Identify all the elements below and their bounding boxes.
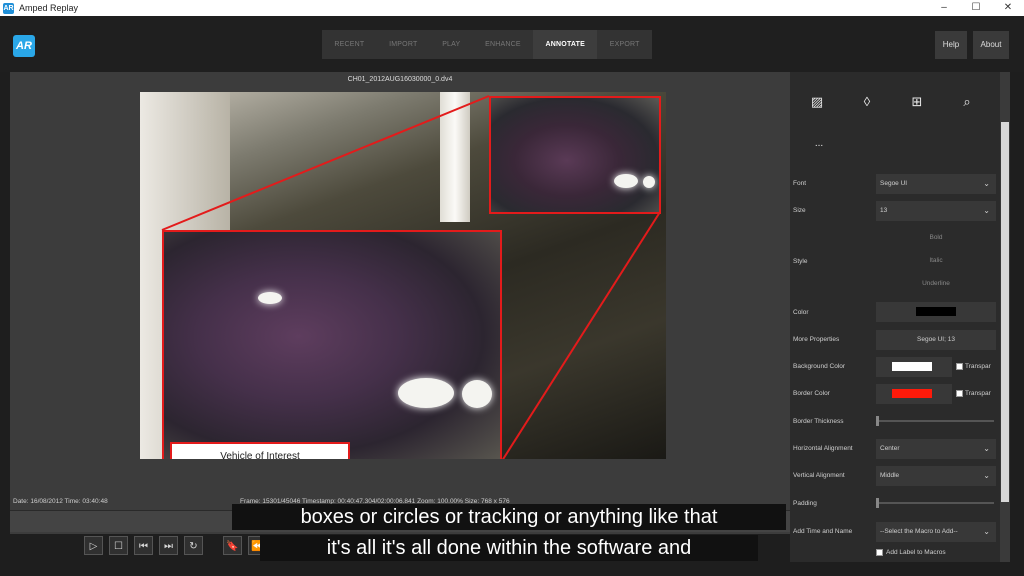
viewer-area: CH01_2012AUG16030000_0.dv4 Vehicle of In… [10, 72, 790, 534]
chevron-down-icon: ⌄ [983, 471, 990, 480]
add-label-macros-checkbox[interactable] [876, 549, 883, 556]
color-swatch [892, 362, 932, 371]
headlight-shape [643, 176, 655, 188]
slider-handle[interactable] [876, 498, 879, 508]
text-color-picker[interactable] [876, 302, 996, 322]
chevron-down-icon: ⌄ [983, 206, 990, 215]
font-label: Font [793, 180, 807, 187]
padding-slider[interactable] [876, 496, 996, 510]
border-transparent-checkbox[interactable] [956, 390, 963, 397]
macro-select[interactable]: --Select the Macro to Add-- ⌄ [876, 522, 996, 542]
color-swatch [892, 389, 932, 398]
size-select[interactable]: 13 ⌄ [876, 201, 996, 221]
chevron-down-icon: ⌄ [983, 179, 990, 188]
style-label: Style [793, 258, 808, 265]
tab-enhance[interactable]: ENHANCE [473, 30, 533, 59]
top-toolbar: AR RECENT IMPORT PLAY ENHANCE ANNOTATE E… [0, 16, 1024, 72]
tab-export[interactable]: EXPORT [597, 30, 652, 59]
drop-icon[interactable]: ◊ [858, 94, 876, 110]
image-icon[interactable]: ▨ [808, 94, 826, 110]
headlight-shape [614, 174, 638, 188]
subtitle-line-2: it's all it's all done within the softwa… [260, 535, 758, 561]
add-image-icon[interactable]: ⊞ [908, 94, 926, 110]
loop-icon[interactable]: ↻ [184, 536, 203, 555]
subtitle-line-1: boxes or circles or tracking or anything… [232, 504, 786, 530]
close-button[interactable]: ✕ [992, 0, 1024, 16]
window-titlebar: AR Amped Replay – ☐ ✕ [0, 0, 1024, 16]
border-color-picker[interactable] [876, 384, 952, 404]
horizontal-alignment-label: Horizontal Alignment [793, 445, 853, 452]
more-properties-label: More Properties [793, 336, 840, 343]
bookmark-icon[interactable]: 🔖 [223, 536, 242, 555]
bold-button[interactable]: Bold [876, 228, 996, 248]
about-button[interactable]: About [973, 31, 1009, 59]
border-color-label: Border Color [793, 390, 830, 397]
vertical-alignment-select[interactable]: Middle ⌄ [876, 466, 996, 486]
zoom-source-box[interactable] [489, 96, 661, 214]
underline-button[interactable]: Underline [876, 274, 996, 294]
headlight-shape [462, 380, 492, 408]
background-color-picker[interactable] [876, 357, 952, 377]
scrollbar-thumb[interactable] [1001, 122, 1009, 502]
color-swatch [916, 307, 956, 316]
tab-recent[interactable]: RECENT [322, 30, 377, 59]
background-transparent-label: Transpar [965, 363, 991, 370]
workflow-tabs: RECENT IMPORT PLAY ENHANCE ANNOTATE EXPO… [322, 30, 652, 59]
background-transparent-checkbox[interactable] [956, 363, 963, 370]
vertical-alignment-label: Vertical Alignment [793, 472, 845, 479]
font-select[interactable]: Segoe UI ⌄ [876, 174, 996, 194]
more-tools-button[interactable]: ... [810, 136, 828, 152]
chevron-down-icon: ⌄ [983, 444, 990, 453]
tab-import[interactable]: IMPORT [377, 30, 430, 59]
border-thickness-label: Border Thickness [793, 418, 844, 425]
zoom-magnified-box[interactable] [162, 230, 502, 459]
add-time-name-label: Add Time and Name [793, 528, 853, 535]
border-transparent-label: Transpar [965, 390, 991, 397]
slider-handle[interactable] [876, 416, 879, 426]
border-thickness-slider[interactable] [876, 414, 996, 428]
date-time-readout: Date: 16/08/2012 Time: 03:40:48 [13, 498, 108, 505]
tab-play[interactable]: PLAY [430, 30, 473, 59]
more-properties-button[interactable]: Segoe UI; 13 [876, 330, 996, 350]
padding-label: Padding [793, 500, 817, 507]
tab-annotate[interactable]: ANNOTATE [533, 30, 598, 59]
video-frame[interactable]: Vehicle of Interest [140, 92, 666, 459]
first-frame-icon[interactable]: ⏮ [134, 536, 153, 555]
app-logo: AR [13, 35, 35, 57]
annotation-label[interactable]: Vehicle of Interest [170, 442, 350, 459]
maximize-button[interactable]: ☐ [960, 0, 992, 16]
color-label: Color [793, 309, 809, 316]
panel-scrollbar[interactable] [1000, 72, 1010, 562]
headlight-shape [398, 378, 454, 408]
magnifier-icon[interactable]: ⌕ [958, 94, 976, 110]
minimize-button[interactable]: – [928, 0, 960, 16]
app-icon: AR [3, 2, 14, 14]
help-button[interactable]: Help [935, 31, 967, 59]
headlight-shape [258, 292, 282, 304]
horizontal-alignment-select[interactable]: Center ⌄ [876, 439, 996, 459]
last-frame-icon[interactable]: ⏭ [159, 536, 178, 555]
size-label: Size [793, 207, 806, 214]
annotation-tools: ▨ ◊ ⊞ ⌕ [790, 94, 1000, 114]
window-title: Amped Replay [19, 3, 79, 13]
chevron-down-icon: ⌄ [983, 527, 990, 536]
play-icon[interactable]: ▷ [84, 536, 103, 555]
annotation-properties-panel: ▨ ◊ ⊞ ⌕ ... Font Segoe UI ⌄ Size 13 ⌄ Styl… [790, 72, 1000, 562]
video-filename: CH01_2012AUG16030000_0.dv4 [347, 76, 453, 83]
add-label-macros-label: Add Label to Macros [886, 549, 946, 556]
stop-icon[interactable]: ☐ [109, 536, 128, 555]
italic-button[interactable]: Italic [876, 251, 996, 271]
background-color-label: Background Color [793, 363, 846, 370]
playback-controls: ▷ ☐ ⏮ ⏭ ↻ 🔖 ⏪ [84, 536, 267, 556]
